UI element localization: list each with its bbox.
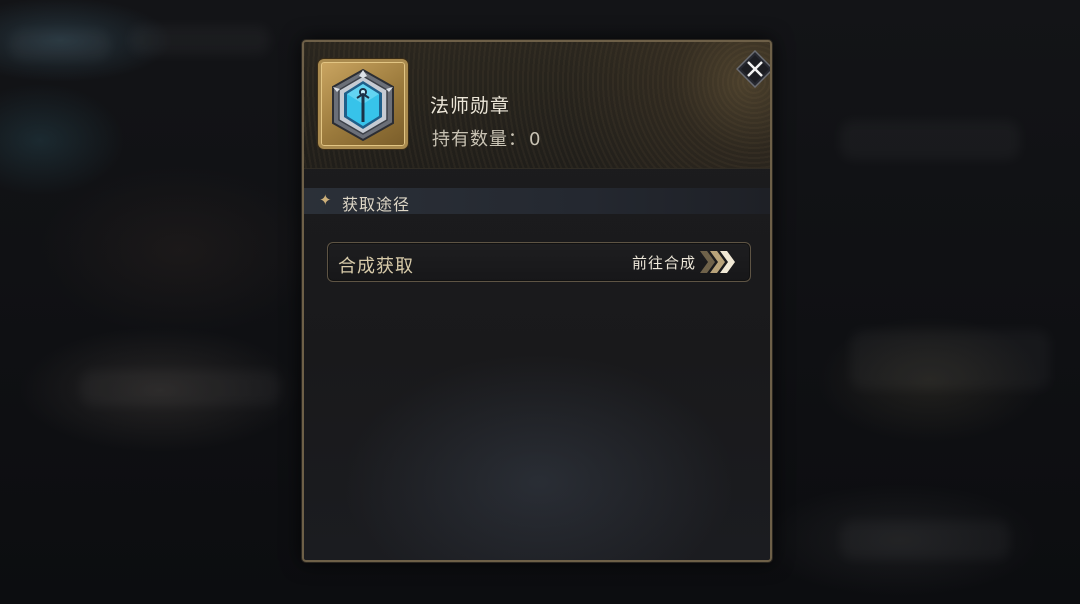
source-row-synthesis[interactable]: 合成获取 前往合成 [327,242,751,282]
triple-chevron-right-icon [700,251,735,273]
sparkle-star-icon: ✦ [319,191,332,209]
item-header: 法师勋章 持有数量： 0 [304,42,770,169]
section-title: 获取途径 [342,195,411,214]
mage-medal-icon [332,68,394,142]
goto-synthesis-button[interactable]: 前往合成 [632,243,736,281]
item-icon-frame [318,59,408,149]
item-name: 法师勋章 [430,95,511,117]
item-count-label: 持有数量： [432,129,527,150]
item-count-value: 0 [529,129,542,150]
item-count: 持有数量： 0 [430,125,541,151]
item-info-popup: 法师勋章 持有数量： 0 ✦ 获取途径 合成获取 前往合成 [302,40,772,562]
close-x-icon [735,49,770,89]
goto-label: 前往合成 [631,253,696,272]
source-section-header: ✦ 获取途径 [304,188,770,214]
close-button[interactable] [735,49,770,89]
source-label: 合成获取 [338,256,414,277]
